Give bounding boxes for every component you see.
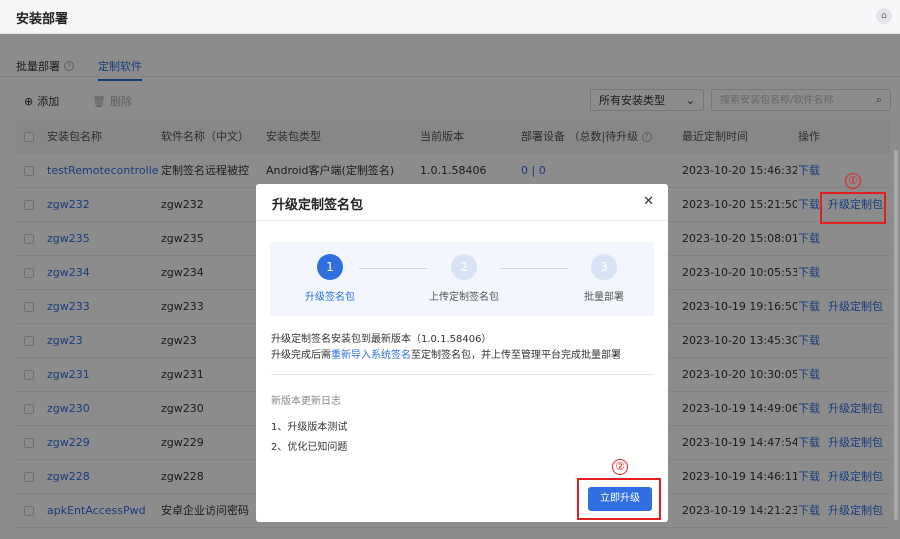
step-1: 1 升级签名包 (280, 254, 380, 303)
reimport-signature-link[interactable]: 重新导入系统签名 (331, 350, 411, 361)
annotation-marker-1: ① (845, 173, 861, 189)
upgrade-dialog: 升级定制签名包 ✕ 1 升级签名包 2 上传定制签名包 3 批量部署 升级定制签… (256, 184, 668, 522)
changelog-item: 1、升级版本测试 (271, 422, 348, 433)
step-indicator: 1 升级签名包 2 上传定制签名包 3 批量部署 (270, 242, 654, 316)
info-line-2-pre: 升级完成后需 (271, 350, 331, 361)
step-3-number: 3 (591, 254, 617, 280)
step-2-label: 上传定制签名包 (429, 292, 499, 303)
changelog-title: 新版本更新日志 (271, 396, 341, 407)
step-2-number: 2 (451, 254, 477, 280)
scrollbar[interactable] (894, 150, 898, 520)
close-icon[interactable]: ✕ (643, 194, 654, 209)
top-bar: 安装部署 ⌂ (0, 0, 900, 34)
changelog-list: 1、升级版本测试 2、优化已知问题 (271, 418, 347, 458)
info-separator (271, 374, 653, 375)
annotation-marker-2: ② (612, 459, 628, 475)
dialog-title: 升级定制签名包 (272, 198, 364, 213)
step-3-label: 批量部署 (584, 292, 624, 303)
info-line-2: 升级完成后需重新导入系统签名至定制签名包，并上传至管理平台完成批量部署 (271, 348, 655, 364)
annotation-box-2 (577, 478, 661, 520)
home-icon[interactable]: ⌂ (876, 8, 892, 24)
step-1-number: 1 (317, 254, 343, 280)
step-2: 2 上传定制签名包 (414, 254, 514, 303)
page-title: 安装部署 (16, 12, 69, 27)
dialog-divider (256, 220, 668, 221)
info-line-1: 升级定制签名安装包到最新版本（1.0.1.58406） (271, 334, 492, 345)
annotation-box-1 (820, 192, 886, 224)
step-3: 3 批量部署 (554, 254, 654, 303)
upgrade-info: 升级定制签名安装包到最新版本（1.0.1.58406） 升级完成后需重新导入系统… (271, 332, 655, 364)
info-line-2-post: 至定制签名包，并上传至管理平台完成批量部署 (411, 350, 621, 361)
changelog-item: 2、优化已知问题 (271, 442, 348, 453)
step-1-label: 升级签名包 (305, 292, 355, 303)
